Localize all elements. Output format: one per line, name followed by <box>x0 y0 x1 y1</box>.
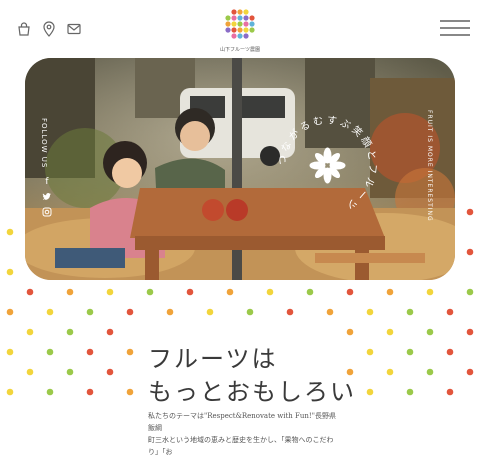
intro-line-2: 町三水という地域の恵みと歴史を生かし、「果物へのこだわり」「お <box>148 436 334 456</box>
pattern-dot <box>6 228 14 236</box>
pattern-dot <box>426 288 434 296</box>
logo-dot <box>225 15 231 21</box>
pattern-dot <box>306 288 314 296</box>
side-copy: FRUIT IS MORE INTERESTING <box>426 110 433 222</box>
pattern-dot <box>446 348 454 356</box>
pattern-dot <box>166 308 174 316</box>
pattern-dot <box>446 308 454 316</box>
pattern-dot <box>466 248 474 256</box>
location-pin-icon[interactable] <box>40 20 58 38</box>
intro-line-1: 私たちのテーマは"Respect&Renovate with Fun!"長野県飯… <box>148 412 336 432</box>
pattern-dot <box>426 368 434 376</box>
pattern-dot <box>46 388 54 396</box>
logo-dot <box>231 33 237 39</box>
pattern-dot <box>126 348 134 356</box>
logo-dot <box>243 9 249 15</box>
bag-icon[interactable] <box>15 20 33 38</box>
pattern-dot <box>366 388 374 396</box>
pattern-dot <box>386 368 394 376</box>
logo-dot <box>237 21 243 27</box>
pattern-dot <box>106 368 114 376</box>
pattern-dot <box>26 328 34 336</box>
logo-mark-icon <box>225 9 255 39</box>
logo-dot <box>237 27 243 33</box>
pattern-dot <box>106 328 114 336</box>
pattern-dot <box>26 368 34 376</box>
logo-dot <box>243 21 249 27</box>
logo-dot <box>231 27 237 33</box>
pattern-dot <box>406 308 414 316</box>
logo-dot <box>243 33 249 39</box>
logo-dot <box>249 27 255 33</box>
pattern-dot <box>46 348 54 356</box>
logo-dot <box>249 15 255 21</box>
logo-dot <box>237 15 243 21</box>
header: 山下フルーツ農園 <box>0 0 480 60</box>
pattern-dot <box>346 288 354 296</box>
pattern-dot <box>126 388 134 396</box>
pattern-dot <box>86 348 94 356</box>
logo-dot <box>243 15 249 21</box>
logo-text: 山下フルーツ農園 <box>220 47 260 53</box>
flower-icon <box>309 147 346 184</box>
pattern-dot <box>246 308 254 316</box>
intro-text: 私たちのテーマは"Respect&Renovate with Fun!"長野県飯… <box>148 410 338 458</box>
pattern-dot <box>426 328 434 336</box>
logo-dot <box>243 27 249 33</box>
pattern-dot <box>106 288 114 296</box>
logo-dot <box>249 21 255 27</box>
pattern-dot <box>126 308 134 316</box>
pattern-dot <box>386 288 394 296</box>
pattern-dot <box>6 388 14 396</box>
pattern-dot <box>86 388 94 396</box>
pattern-dot <box>46 308 54 316</box>
pattern-dot <box>446 388 454 396</box>
pattern-dot <box>186 288 194 296</box>
pattern-dot <box>326 308 334 316</box>
logo-dot <box>237 9 243 15</box>
pattern-dot <box>406 388 414 396</box>
pattern-dot <box>466 208 474 216</box>
pattern-dot <box>66 368 74 376</box>
logo-dot <box>231 9 237 15</box>
pattern-dot <box>146 288 154 296</box>
logo-dot <box>231 15 237 21</box>
section-heading: フルーツは もっとおもしろい <box>148 343 356 409</box>
facebook-icon[interactable]: f <box>42 177 52 187</box>
site-logo[interactable]: 山下フルーツ農園 <box>220 6 260 56</box>
mail-icon[interactable] <box>65 20 83 38</box>
heading-line-1: フルーツは <box>148 345 278 373</box>
circle-text-badge: つながるむすぶ笑顔とフルーツ <box>277 114 376 212</box>
pattern-dot <box>406 348 414 356</box>
instagram-icon[interactable] <box>42 207 52 217</box>
logo-dot <box>225 21 231 27</box>
pattern-dot <box>86 308 94 316</box>
pattern-dot <box>366 308 374 316</box>
twitter-icon[interactable] <box>42 192 52 202</box>
menu-icon[interactable] <box>440 18 470 38</box>
pattern-dot <box>466 288 474 296</box>
logo-dot <box>225 27 231 33</box>
pattern-dot <box>6 308 14 316</box>
logo-dot <box>237 33 243 39</box>
hero-image <box>25 58 455 280</box>
pattern-dot <box>346 328 354 336</box>
pattern-dot <box>6 268 14 276</box>
pattern-dot <box>66 288 74 296</box>
pattern-dot <box>466 368 474 376</box>
follow-us-label: FOLLOW US <box>40 118 48 169</box>
pattern-dot <box>286 308 294 316</box>
pattern-dot <box>266 288 274 296</box>
logo-dot <box>231 21 237 27</box>
pattern-dot <box>206 308 214 316</box>
pattern-dot <box>366 348 374 356</box>
pattern-dot <box>466 328 474 336</box>
pattern-dot <box>386 328 394 336</box>
pattern-dot <box>26 288 34 296</box>
pattern-dot <box>226 288 234 296</box>
pattern-dot <box>6 348 14 356</box>
heading-line-2: もっとおもしろい <box>148 378 356 406</box>
pattern-dot <box>66 328 74 336</box>
